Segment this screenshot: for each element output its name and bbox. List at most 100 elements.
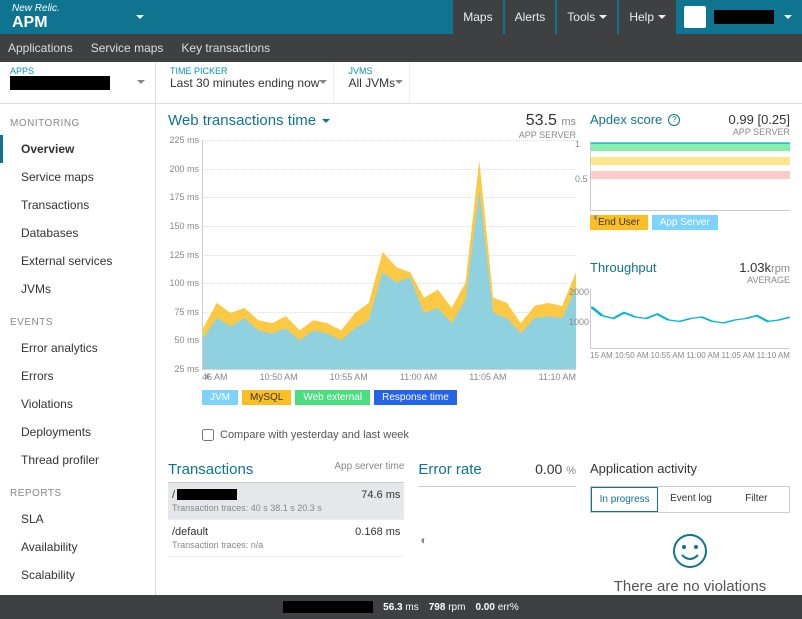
transactions-subtitle: App server time (334, 461, 404, 478)
compare-checkbox[interactable]: Compare with yesterday and last week (202, 429, 576, 441)
main-content: Web transactions time 53.5 ms APP SERVER… (156, 104, 802, 619)
web-transactions-chart[interactable]: 225 ms200 ms175 ms150 ms125 ms100 ms75 m… (202, 140, 576, 370)
throughput-card: Throughput 1.03krpm AVERAGE 2000 1000 15… (590, 260, 790, 360)
sidebar-item-errors[interactable]: Errors (0, 362, 155, 390)
apdex-title: Apdex score (590, 112, 662, 127)
sidebar: MONITORING Overview Service maps Transac… (0, 104, 156, 619)
chevron-down-icon (136, 15, 144, 19)
chart-toggle-icon[interactable]: ◐ (205, 369, 212, 383)
sidebar-item-thread-profiler[interactable]: Thread profiler (0, 446, 155, 474)
transaction-time: 0.168 ms (355, 526, 400, 538)
sidebar-item-deployments[interactable]: Deployments (0, 418, 155, 446)
legend-response-time[interactable]: Response time (374, 390, 457, 405)
nav-maps[interactable]: Maps (453, 0, 502, 34)
jvm-value: All JVMs (348, 76, 395, 90)
footer-bar: 56.3 ms 798 rpm 0.00 err% (0, 595, 802, 619)
brand-switcher[interactable]: New Relic. APM (0, 3, 156, 32)
filter-row: APPS TIME PICKER Last 30 minutes ending … (0, 62, 802, 104)
transaction-traces: Transaction traces: n/a (172, 540, 400, 550)
jvm-label: JVMS (348, 66, 395, 76)
nav-help[interactable]: Help (619, 0, 676, 34)
sub-nav: Applications Service maps Key transactio… (0, 34, 802, 62)
transaction-row[interactable]: /default 0.168 ms Transaction traces: n/… (168, 520, 404, 557)
subnav-service-maps[interactable]: Service maps (91, 41, 164, 55)
info-icon[interactable]: ? (668, 114, 680, 126)
app-name (10, 76, 110, 90)
sidebar-heading-monitoring: MONITORING (0, 104, 155, 135)
apps-label: APPS (10, 66, 145, 76)
subnav-applications[interactable]: Applications (8, 41, 73, 55)
error-rate-title: Error rate (418, 461, 481, 478)
legend-mysql[interactable]: MySQL (242, 390, 291, 405)
sidebar-item-transactions[interactable]: Transactions (0, 191, 155, 219)
brand-name: APM (12, 14, 60, 32)
time-picker-label: TIME PICKER (170, 66, 319, 76)
chevron-down-icon (658, 15, 666, 19)
apdex-card: Apdex score ? 0.99 [0.25] APP SERVER 1 0… (590, 112, 790, 230)
web-transactions-unit: ms (561, 116, 576, 128)
sidebar-item-overview[interactable]: Overview (0, 135, 155, 163)
chart-legend: JVM MySQL Web external Response time (202, 390, 576, 405)
sidebar-item-databases[interactable]: Databases (0, 219, 155, 247)
time-picker-value: Last 30 minutes ending now (170, 76, 319, 90)
legend-app-server[interactable]: App Server (652, 215, 718, 230)
throughput-unit: rpm (771, 263, 790, 275)
tab-in-progress[interactable]: In progress (591, 487, 658, 512)
web-transactions-sub: APP SERVER (519, 130, 576, 140)
sidebar-item-service-maps[interactable]: Service maps (0, 163, 155, 191)
sidebar-item-external[interactable]: External services (0, 247, 155, 275)
time-picker[interactable]: TIME PICKER Last 30 minutes ending now (156, 62, 334, 103)
chevron-down-icon (319, 80, 327, 84)
transaction-time: 74.6 ms (361, 489, 400, 501)
throughput-value: 1.03k (739, 260, 771, 275)
user-name[interactable] (714, 10, 774, 24)
chevron-down-icon[interactable] (784, 15, 792, 19)
jvm-picker[interactable]: JVMS All JVMs (334, 62, 410, 103)
sidebar-item-violations[interactable]: Violations (0, 390, 155, 418)
compare-checkbox-input[interactable] (202, 429, 214, 441)
sidebar-item-jvms[interactable]: JVMs (0, 275, 155, 303)
avatar[interactable] (684, 6, 706, 28)
activity-title: Application activity (590, 461, 790, 476)
web-transactions-card: Web transactions time 53.5 ms APP SERVER… (168, 112, 576, 441)
nav-alerts[interactable]: Alerts (505, 0, 556, 34)
nav-tools[interactable]: Tools (557, 0, 617, 34)
chevron-down-icon (599, 15, 607, 19)
sidebar-item-error-analytics[interactable]: Error analytics (0, 334, 155, 362)
legend-web-external[interactable]: Web external (295, 390, 370, 405)
transaction-name: /default (172, 526, 208, 538)
activity-tabs: In progress Event log Filter (590, 486, 790, 513)
apdex-sub: APP SERVER (729, 127, 790, 137)
tab-filter[interactable]: Filter (724, 487, 789, 512)
top-bar: New Relic. APM Maps Alerts Tools Help (0, 0, 802, 34)
apdex-value: 0.99 [0.25] (729, 112, 790, 127)
transaction-row[interactable]: / 74.6 ms Transaction traces: 40 s 38.1 … (168, 483, 404, 520)
error-rate-unit: % (566, 465, 576, 477)
web-transactions-title[interactable]: Web transactions time (168, 112, 330, 129)
throughput-chart[interactable]: 2000 1000 (590, 289, 790, 349)
sidebar-item-scalability[interactable]: Scalability (0, 561, 155, 589)
web-transactions-value: 53.5 (526, 112, 557, 129)
chart-toggle-icon[interactable]: ◐ (593, 210, 600, 224)
chevron-down-icon (137, 80, 145, 84)
error-rate-value: 0.00 (535, 461, 562, 477)
app-selector[interactable]: APPS (0, 62, 156, 103)
subnav-key-transactions[interactable]: Key transactions (181, 41, 270, 55)
tab-event-log[interactable]: Event log (658, 487, 723, 512)
sidebar-heading-reports: REPORTS (0, 474, 155, 505)
chart-toggle-icon[interactable]: ◐ (420, 533, 427, 547)
throughput-title: Throughput (590, 260, 657, 275)
transactions-title: Transactions (168, 461, 253, 478)
throughput-sub: AVERAGE (739, 275, 790, 285)
sidebar-item-availability[interactable]: Availability (0, 533, 155, 561)
sidebar-heading-events: EVENTS (0, 303, 155, 334)
brand-product-label: New Relic. (12, 3, 60, 14)
apdex-chart[interactable]: 1 0.5 ◐ (590, 141, 790, 211)
smiley-icon (590, 533, 790, 572)
footer-app-name[interactable] (283, 601, 373, 613)
chevron-down-icon (322, 119, 330, 123)
legend-jvm[interactable]: JVM (202, 390, 238, 405)
transaction-traces: Transaction traces: 40 s 38.1 s 20.3 s (172, 503, 400, 513)
sidebar-item-sla[interactable]: SLA (0, 505, 155, 533)
chevron-down-icon (395, 80, 403, 84)
